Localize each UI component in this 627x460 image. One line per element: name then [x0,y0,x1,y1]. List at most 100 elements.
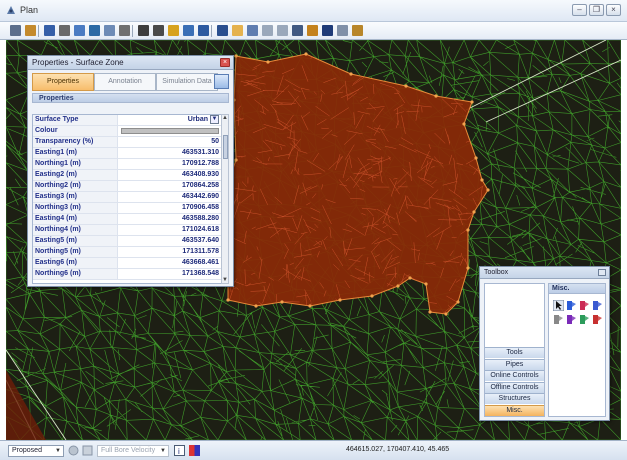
tab-annotation[interactable]: Annotation [94,73,156,91]
property-value[interactable]: 170906.458 [118,203,222,213]
property-value[interactable]: 170912.788 [118,159,222,169]
property-row[interactable]: Northing1 (m) 170912.788 [33,159,222,170]
toolbox-category-online-controls[interactable]: Online Controls [485,370,544,381]
zone-vertex-handle[interactable] [349,72,353,76]
chevron-down-icon[interactable]: ▼ [159,447,167,455]
color-legend-icon[interactable] [189,445,200,456]
property-row[interactable]: Colour [33,126,222,137]
pipe-icon[interactable] [104,25,115,36]
zoom-in-icon[interactable] [138,25,149,36]
property-row[interactable]: Transparency (%) 50 [33,137,222,148]
close-icon[interactable] [598,269,606,276]
zone-vertex-handle[interactable] [408,276,412,280]
property-value[interactable]: 171368.548 [118,269,222,279]
property-row[interactable]: Northing4 (m) 171024.618 [33,225,222,236]
zone-vertex-handle[interactable] [234,158,238,162]
flag-green-icon[interactable] [579,314,590,325]
scroll-thumb[interactable] [223,135,228,159]
property-value[interactable]: 170864.258 [118,181,222,191]
tab-properties[interactable]: Properties [32,73,94,91]
colour-picker[interactable] [118,126,222,136]
zone-vertex-handle[interactable] [370,294,374,298]
chevron-down-icon[interactable]: ▼ [210,115,219,124]
zone-vertex-handle[interactable] [308,304,312,308]
property-row[interactable]: Easting1 (m) 463531.310 [33,148,222,159]
toolbox-category-misc[interactable]: Misc. [485,404,544,416]
property-value[interactable]: 463668.461 [118,258,222,268]
scenario-select[interactable]: Proposed ▼ [8,445,64,457]
zone-vertex-handle[interactable] [424,282,428,286]
cube-blue-icon[interactable] [592,300,603,311]
node-icon[interactable] [59,25,70,36]
layers-icon[interactable] [89,25,100,36]
print-icon[interactable] [352,25,363,36]
toolbox-category-structures[interactable]: Structures [485,393,544,404]
zone-vertex-handle[interactable] [396,284,400,288]
property-row[interactable]: Easting3 (m) 463442.690 [33,192,222,203]
flag-blue-icon[interactable] [566,300,577,311]
zone-vertex-handle[interactable] [456,300,460,304]
toolbox-category-tools[interactable]: Tools [485,347,544,358]
zone-vertex-handle[interactable] [480,178,484,182]
zone-vertex-handle[interactable] [472,210,476,214]
properties-icon[interactable] [25,25,36,36]
velocity-select[interactable]: Full Bore Velocity ▼ [97,445,169,457]
anchor-icon[interactable] [247,25,258,36]
zone-vertex-handle[interactable] [466,228,470,232]
zone-vertex-handle[interactable] [462,122,466,126]
flow-icon[interactable] [183,25,194,36]
property-value[interactable]: 463442.690 [118,192,222,202]
export-icon[interactable] [307,25,318,36]
toolbox-category-pipes[interactable]: Pipes [485,358,544,370]
scroll-up-icon[interactable]: ▲ [222,115,228,121]
properties-title-bar[interactable]: Properties - Surface Zone × [28,56,233,70]
building-icon[interactable] [292,25,303,36]
property-row[interactable]: Easting6 (m) 463668.461 [33,258,222,269]
property-value[interactable]: 171311.578 [118,247,222,257]
measure-icon[interactable] [74,25,85,36]
toolbox-category-offline-controls[interactable]: Offline Controls [485,381,544,393]
cube-red-icon[interactable] [579,300,590,311]
scrollbar[interactable]: ▲ ▼ [221,114,229,284]
zone-vertex-handle[interactable] [304,52,308,56]
property-value[interactable]: 171024.618 [118,225,222,235]
cursor-icon[interactable] [44,25,55,36]
zone-vertex-handle[interactable] [486,188,490,192]
zone-vertex-handle[interactable] [254,304,258,308]
zone-vertex-handle[interactable] [338,298,342,302]
property-row[interactable]: Easting5 (m) 463537.640 [33,236,222,247]
toolbox-title-bar[interactable]: Toolbox [480,267,609,279]
save-icon[interactable] [322,25,333,36]
property-row[interactable]: Northing2 (m) 170864.258 [33,181,222,192]
tab-simulation-data[interactable]: Simulation Data [156,73,218,91]
scroll-down-icon[interactable]: ▼ [222,277,228,283]
book-icon[interactable] [198,25,209,36]
globe-icon[interactable] [68,445,79,456]
note-icon[interactable] [553,314,564,325]
camera-icon[interactable] [168,25,179,36]
zone-vertex-handle[interactable] [404,84,408,88]
property-row[interactable]: Northing6 (m) 171368.548 [33,269,222,280]
dimension-icon[interactable] [119,25,130,36]
property-value[interactable]: 463588.280 [118,214,222,224]
minimize-icon[interactable]: – [572,4,587,16]
property-value[interactable]: 463408.930 [118,170,222,180]
property-value[interactable]: 463531.310 [118,148,222,158]
zone-vertex-handle[interactable] [428,310,432,314]
tank-icon[interactable] [232,25,243,36]
restore-icon[interactable]: ❐ [589,4,604,16]
zone-vertex-handle[interactable] [470,100,474,104]
property-row[interactable]: Easting2 (m) 463408.930 [33,170,222,181]
close-icon[interactable]: × [606,4,621,16]
colour-swatch[interactable] [121,128,219,134]
zone-vertex-handle[interactable] [226,298,230,302]
property-row[interactable]: Surface Type Urban ▼ [33,115,222,126]
flag-purple-icon[interactable] [566,314,577,325]
zone-vertex-handle[interactable] [474,156,478,160]
zone-vertex-handle[interactable] [444,312,448,316]
zone-vertex-handle[interactable] [280,300,284,304]
property-value[interactable]: 463537.640 [118,236,222,246]
edit-icon[interactable] [214,74,229,89]
chevron-down-icon[interactable]: ▼ [54,447,62,455]
property-row[interactable]: Northing5 (m) 171311.578 [33,247,222,258]
